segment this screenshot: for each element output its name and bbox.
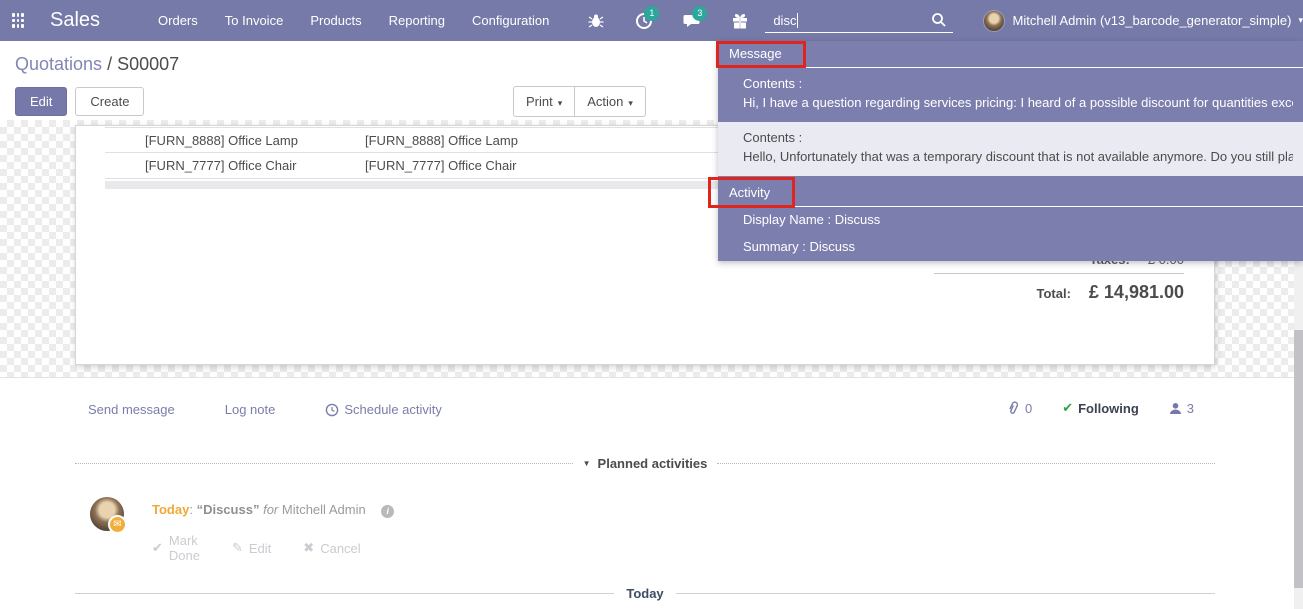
attachments-button[interactable]: 0 bbox=[1007, 401, 1032, 416]
page: Sales Orders To Invoice Products Reporti… bbox=[0, 0, 1303, 609]
email-activity-badge: ✉ bbox=[108, 515, 127, 534]
cell-product: [FURN_7777] Office Chair bbox=[105, 153, 365, 178]
user-avatar bbox=[983, 10, 1005, 32]
total-value: £ 14,981.00 bbox=[1089, 282, 1184, 303]
send-message-button[interactable]: Send message bbox=[88, 402, 175, 417]
breadcrumb-quotations[interactable]: Quotations bbox=[15, 54, 102, 74]
suggestion-label: Contents : bbox=[743, 128, 1293, 147]
dropdown-section-activity: Activity bbox=[718, 180, 1303, 207]
total-label: Total: bbox=[1036, 286, 1070, 301]
mark-done-button[interactable]: ✔Mark Done bbox=[152, 533, 200, 563]
suggestion-text: Hello, Unfortunately that was a temporar… bbox=[743, 147, 1293, 166]
app-title[interactable]: Sales bbox=[50, 9, 100, 32]
suggestion-label: Contents : bbox=[743, 74, 1293, 93]
print-dropdown-button[interactable]: Print▾ bbox=[513, 86, 575, 117]
search-input[interactable]: disc bbox=[765, 9, 952, 33]
chatter: Send message Log note Schedule activity … bbox=[0, 378, 1294, 609]
annotation-box-message bbox=[716, 41, 806, 68]
person-icon bbox=[1169, 402, 1182, 415]
today-divider-label: Today bbox=[614, 586, 675, 601]
menu-reporting[interactable]: Reporting bbox=[389, 13, 445, 28]
menu-orders[interactable]: Orders bbox=[158, 13, 198, 28]
scrollbar-thumb[interactable] bbox=[1294, 330, 1303, 588]
search-suggestions-dropdown: Message Contents : Hi, I have a question… bbox=[718, 41, 1303, 261]
annotation-box-activity bbox=[708, 177, 795, 208]
action-dropdown-button[interactable]: Action▾ bbox=[574, 86, 646, 117]
bug-icon[interactable] bbox=[587, 12, 605, 30]
menu-to-invoice[interactable]: To Invoice bbox=[225, 13, 284, 28]
menu-configuration[interactable]: Configuration bbox=[472, 13, 549, 28]
menu-products[interactable]: Products bbox=[310, 13, 361, 28]
messages-badge: 3 bbox=[692, 6, 707, 21]
check-icon: ✔ bbox=[1062, 400, 1073, 416]
nav-icon-cluster: 1 3 bbox=[587, 12, 749, 30]
apps-grid-icon[interactable] bbox=[12, 13, 24, 28]
activities-clock-icon[interactable]: 1 bbox=[635, 12, 653, 30]
suggestion-activity-2[interactable]: Summary : Discuss bbox=[718, 234, 1303, 261]
top-navbar: Sales Orders To Invoice Products Reporti… bbox=[0, 0, 1303, 41]
breadcrumb: Quotations / S00007 bbox=[15, 54, 179, 75]
log-note-button[interactable]: Log note bbox=[225, 402, 276, 417]
chevron-down-icon: ▾ bbox=[1298, 15, 1303, 26]
info-icon[interactable]: i bbox=[381, 505, 394, 518]
text-cursor bbox=[797, 13, 798, 28]
activity-date: Today bbox=[152, 502, 189, 517]
user-name: Mitchell Admin (v13_barcode_generator_si… bbox=[1013, 13, 1292, 28]
breadcrumb-current: S00007 bbox=[117, 54, 179, 74]
activities-badge: 1 bbox=[644, 6, 659, 21]
pencil-icon: ✎ bbox=[232, 540, 243, 556]
today-divider: Today bbox=[75, 586, 1215, 601]
attachments-count: 0 bbox=[1025, 401, 1032, 416]
followers-count: 3 bbox=[1187, 401, 1194, 416]
gift-icon[interactable] bbox=[731, 12, 749, 30]
schedule-activity-button[interactable]: Schedule activity bbox=[325, 402, 442, 417]
user-menu[interactable]: Mitchell Admin (v13_barcode_generator_si… bbox=[983, 10, 1303, 32]
edit-button[interactable]: Edit bbox=[15, 87, 67, 116]
suggestion-text: Hi, I have a question regarding services… bbox=[743, 93, 1293, 112]
clock-icon bbox=[325, 403, 339, 417]
nav-menus: Orders To Invoice Products Reporting Con… bbox=[158, 13, 549, 28]
suggestion-activity-1[interactable]: Display Name : Discuss bbox=[718, 207, 1303, 234]
triangle-down-icon: ▼ bbox=[583, 459, 591, 468]
activity-edit-button[interactable]: ✎Edit bbox=[232, 533, 271, 563]
following-button[interactable]: ✔ Following bbox=[1062, 400, 1139, 416]
activity-name: “Discuss” bbox=[197, 502, 260, 517]
search-value: disc bbox=[773, 13, 796, 28]
cell-product: [FURN_8888] Office Lamp bbox=[105, 128, 365, 152]
chevron-down-icon: ▾ bbox=[558, 98, 563, 108]
activity-item: ✉ Today: “Discuss” for Mitchell Admin i … bbox=[90, 497, 124, 531]
search-icon[interactable] bbox=[931, 12, 947, 33]
create-button[interactable]: Create bbox=[75, 87, 144, 116]
chevron-down-icon: ▾ bbox=[628, 98, 633, 108]
activity-cancel-button[interactable]: ✖Cancel bbox=[303, 533, 360, 563]
messages-icon[interactable]: 3 bbox=[683, 12, 701, 30]
planned-activities-label: Planned activities bbox=[598, 456, 708, 471]
activity-for-word: for bbox=[263, 502, 278, 517]
planned-activities-toggle[interactable]: ▼ Planned activities bbox=[75, 456, 1215, 471]
followers-button[interactable]: 3 bbox=[1169, 401, 1194, 416]
breadcrumb-separator: / bbox=[107, 54, 117, 74]
suggestion-message-2[interactable]: Contents : Hello, Unfortunately that was… bbox=[718, 122, 1303, 176]
cross-icon: ✖ bbox=[303, 540, 314, 556]
total-row: Total: £ 14,981.00 bbox=[934, 274, 1184, 307]
suggestion-message-1[interactable]: Contents : Hi, I have a question regardi… bbox=[718, 68, 1303, 122]
check-icon: ✔ bbox=[152, 540, 163, 556]
dropdown-section-message: Message bbox=[718, 41, 1303, 68]
activity-assignee: Mitchell Admin bbox=[282, 502, 366, 517]
paperclip-icon bbox=[1004, 398, 1022, 417]
envelope-icon: ✉ bbox=[113, 519, 121, 530]
scrollbar-track[interactable] bbox=[1294, 258, 1303, 609]
